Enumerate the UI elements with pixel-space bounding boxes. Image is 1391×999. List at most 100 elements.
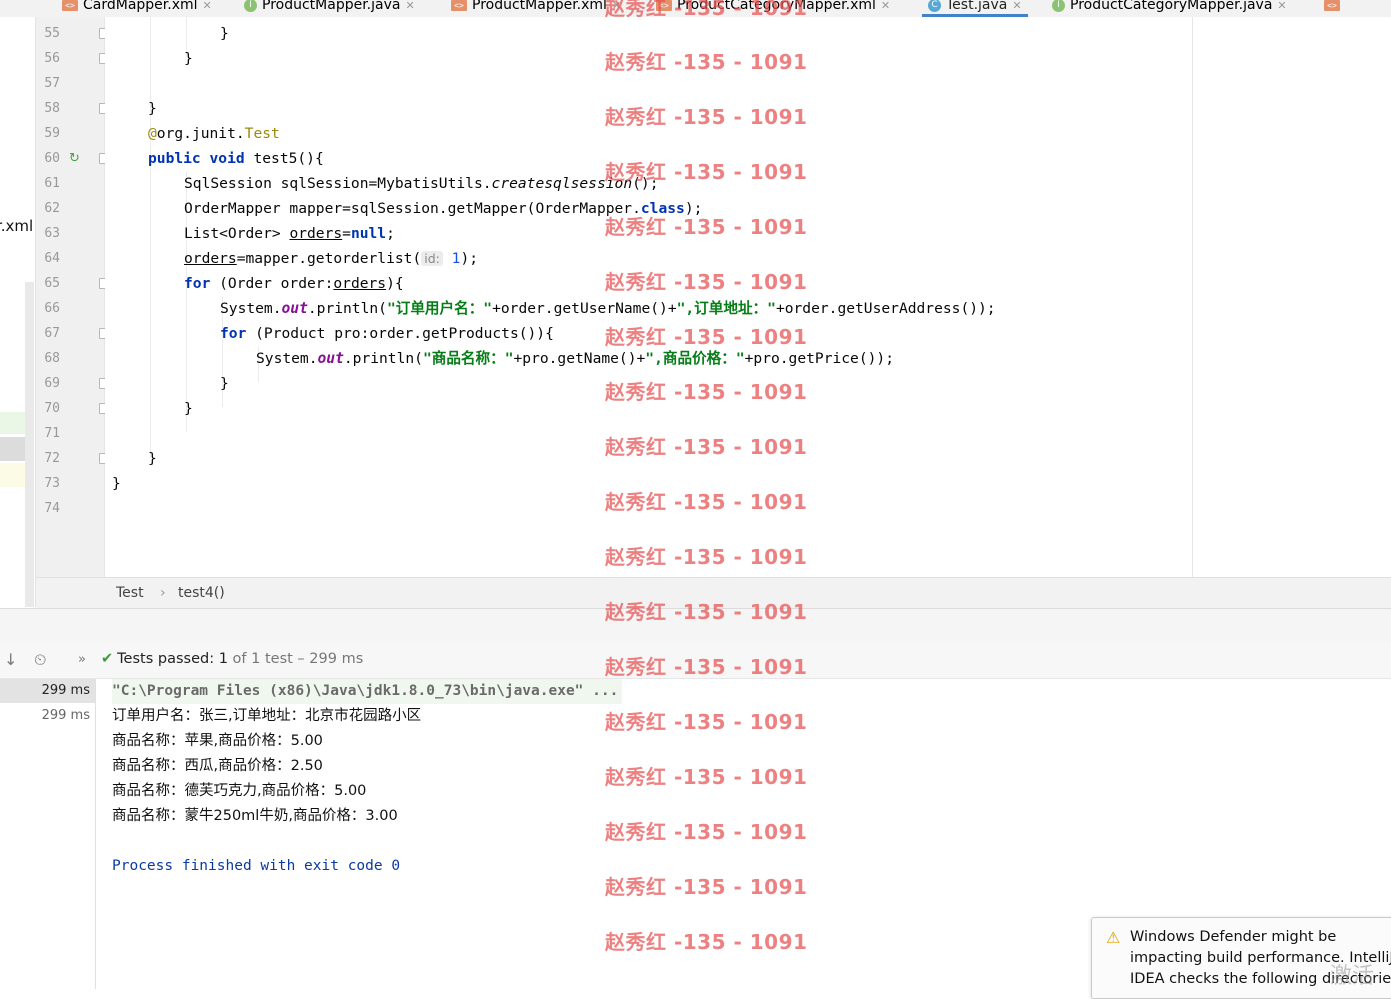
tree-row-highlight <box>0 463 25 487</box>
class-file-icon: C <box>928 0 941 12</box>
breadcrumb-separator: › <box>160 585 166 601</box>
xml-file-icon: <> <box>1324 0 1340 11</box>
code-line-67: for (Product pro:order.getProducts()){ <box>220 325 554 342</box>
code-line-59: @org.junit.Test <box>148 125 280 142</box>
test-history-icon[interactable]: ⏲ <box>34 650 46 670</box>
check-icon: ✔ <box>101 651 114 667</box>
code-line-60: public void test5(){ <box>148 150 324 167</box>
indent-guide <box>150 17 151 457</box>
tree-row-highlight <box>0 412 25 434</box>
activate-windows-overlay: 激活 <box>1330 964 1375 989</box>
watermark: 赵秀红 -135 - 1091 <box>605 930 808 954</box>
code-line-58: } <box>148 100 157 117</box>
close-icon[interactable]: ✕ <box>203 0 212 12</box>
watermark: 赵秀红 -135 - 1091 <box>605 435 808 459</box>
console-line: 商品名称：苹果,商品价格：5.00 <box>112 733 323 749</box>
line-number: 63 <box>44 226 60 241</box>
watermark: 赵秀红 -135 - 1091 <box>605 490 808 514</box>
tab-label: ProductCategoryMapper.java <box>1070 0 1273 13</box>
line-number: 71 <box>44 426 60 441</box>
tab-productmapper-java[interactable]: I ProductMapper.java ✕ <box>244 0 415 16</box>
code-line-73: } <box>112 475 121 492</box>
editor-right-margin <box>1192 17 1391 577</box>
watermark: 赵秀红 -135 - 1091 <box>605 160 808 184</box>
watermark: 赵秀红 -135 - 1091 <box>605 215 808 239</box>
breadcrumb-item-class[interactable]: Test <box>116 585 144 601</box>
console-line: 商品名称：西瓜,商品价格：2.50 <box>112 758 323 774</box>
sort-down-icon[interactable]: ↓ <box>4 650 17 669</box>
watermark: 赵秀红 -135 - 1091 <box>605 875 808 899</box>
line-number: 69 <box>44 376 60 391</box>
scrollbar[interactable] <box>25 282 34 607</box>
code-line-72: } <box>148 450 157 467</box>
line-number: 74 <box>44 501 60 516</box>
test-tree-row[interactable]: 299 ms <box>0 679 95 703</box>
code-line-64: orders=mapper.getorderlist(id: 1); <box>184 250 479 267</box>
code-line-61: SqlSession sqlSession=MybatisUtils.creat… <box>184 175 659 192</box>
tab-label: ProductMapper.java <box>262 0 401 13</box>
parameter-hint: id: <box>421 251 443 266</box>
watermark: 赵秀红 -135 - 1091 <box>605 0 808 20</box>
tab-label: CardMapper.xml <box>83 0 198 13</box>
code-line-55: } <box>220 25 229 42</box>
project-file-fragment[interactable]: r.xml <box>0 217 33 235</box>
tab-cardmapper-xml[interactable]: <> CardMapper.xml ✕ <box>62 0 212 16</box>
more-actions-icon[interactable]: » <box>78 652 86 667</box>
xml-file-icon: <> <box>451 0 467 11</box>
line-number: 72 <box>44 451 60 466</box>
line-number: 67 <box>44 326 60 341</box>
line-number: 66 <box>44 301 60 316</box>
tab-test-java[interactable]: C Test.java ✕ <box>922 0 1028 17</box>
watermark: 赵秀红 -135 - 1091 <box>605 105 808 129</box>
line-number: 61 <box>44 176 60 191</box>
console-line: 订单用户名：张三,订单地址：北京市花园路小区 <box>112 708 422 724</box>
close-icon[interactable]: ✕ <box>1012 0 1021 12</box>
watermark: 赵秀红 -135 - 1091 <box>605 655 808 679</box>
test-results-tree: 299 ms 299 ms <box>0 679 96 989</box>
console-line: 商品名称：德芙巧克力,商品价格：5.00 <box>112 783 367 799</box>
xml-file-icon: <> <box>62 0 78 11</box>
watermark: 赵秀红 -135 - 1091 <box>605 380 808 404</box>
tab-productmapper-xml[interactable]: <> ProductMapper.xml ✕ <box>451 0 621 16</box>
tab-label: ProductMapper.xml <box>472 0 607 13</box>
test-status: ✔ Tests passed: 1 of 1 test – 299 ms <box>101 651 364 667</box>
close-icon[interactable]: ✕ <box>1277 0 1286 12</box>
watermark: 赵秀红 -135 - 1091 <box>605 600 808 624</box>
code-line-66: System.out.println("订单用户名："+order.getUse… <box>220 300 996 317</box>
console-exit-line: Process finished with exit code 0 <box>112 858 401 874</box>
line-number: 59 <box>44 126 60 141</box>
test-tree-row[interactable]: 299 ms <box>0 704 90 728</box>
watermark: 赵秀红 -135 - 1091 <box>605 545 808 569</box>
line-number: 70 <box>44 401 60 416</box>
line-number: 56 <box>44 51 60 66</box>
code-line-70: } <box>184 400 193 417</box>
console-command-line: "C:\Program Files (x86)\Java\jdk1.8.0_73… <box>112 679 623 704</box>
close-icon[interactable]: ✕ <box>881 0 890 12</box>
watermark: 赵秀红 -135 - 1091 <box>605 270 808 294</box>
tree-row-selected[interactable] <box>0 437 25 461</box>
line-number: 60 <box>44 151 60 166</box>
breadcrumb-item-method[interactable]: test4() <box>178 585 225 601</box>
watermark: 赵秀红 -135 - 1091 <box>605 765 808 789</box>
line-number: 65 <box>44 276 60 291</box>
watermark: 赵秀红 -135 - 1091 <box>605 50 808 74</box>
line-number: 57 <box>44 76 60 91</box>
line-number: 58 <box>44 101 60 116</box>
tab-productcategorymapper-java[interactable]: I ProductCategoryMapper.java ✕ <box>1052 0 1287 16</box>
close-icon[interactable]: ✕ <box>405 0 414 12</box>
code-line-56: } <box>184 50 193 67</box>
line-number: 68 <box>44 351 60 366</box>
watermark: 赵秀红 -135 - 1091 <box>605 325 808 349</box>
warning-icon: ⚠ <box>1106 928 1121 947</box>
watermark: 赵秀红 -135 - 1091 <box>605 710 808 734</box>
line-number: 55 <box>44 26 60 41</box>
interface-file-icon: I <box>1052 0 1065 12</box>
line-number: 64 <box>44 251 60 266</box>
code-line-65: for (Order order:orders){ <box>184 275 404 292</box>
code-line-63: List<Order> orders=null; <box>184 225 395 242</box>
interface-file-icon: I <box>244 0 257 12</box>
run-test-icon[interactable]: ↻ <box>69 151 80 166</box>
line-number: 62 <box>44 201 60 216</box>
tab-overflow[interactable]: <> <box>1324 0 1340 16</box>
code-line-69: } <box>220 375 229 392</box>
